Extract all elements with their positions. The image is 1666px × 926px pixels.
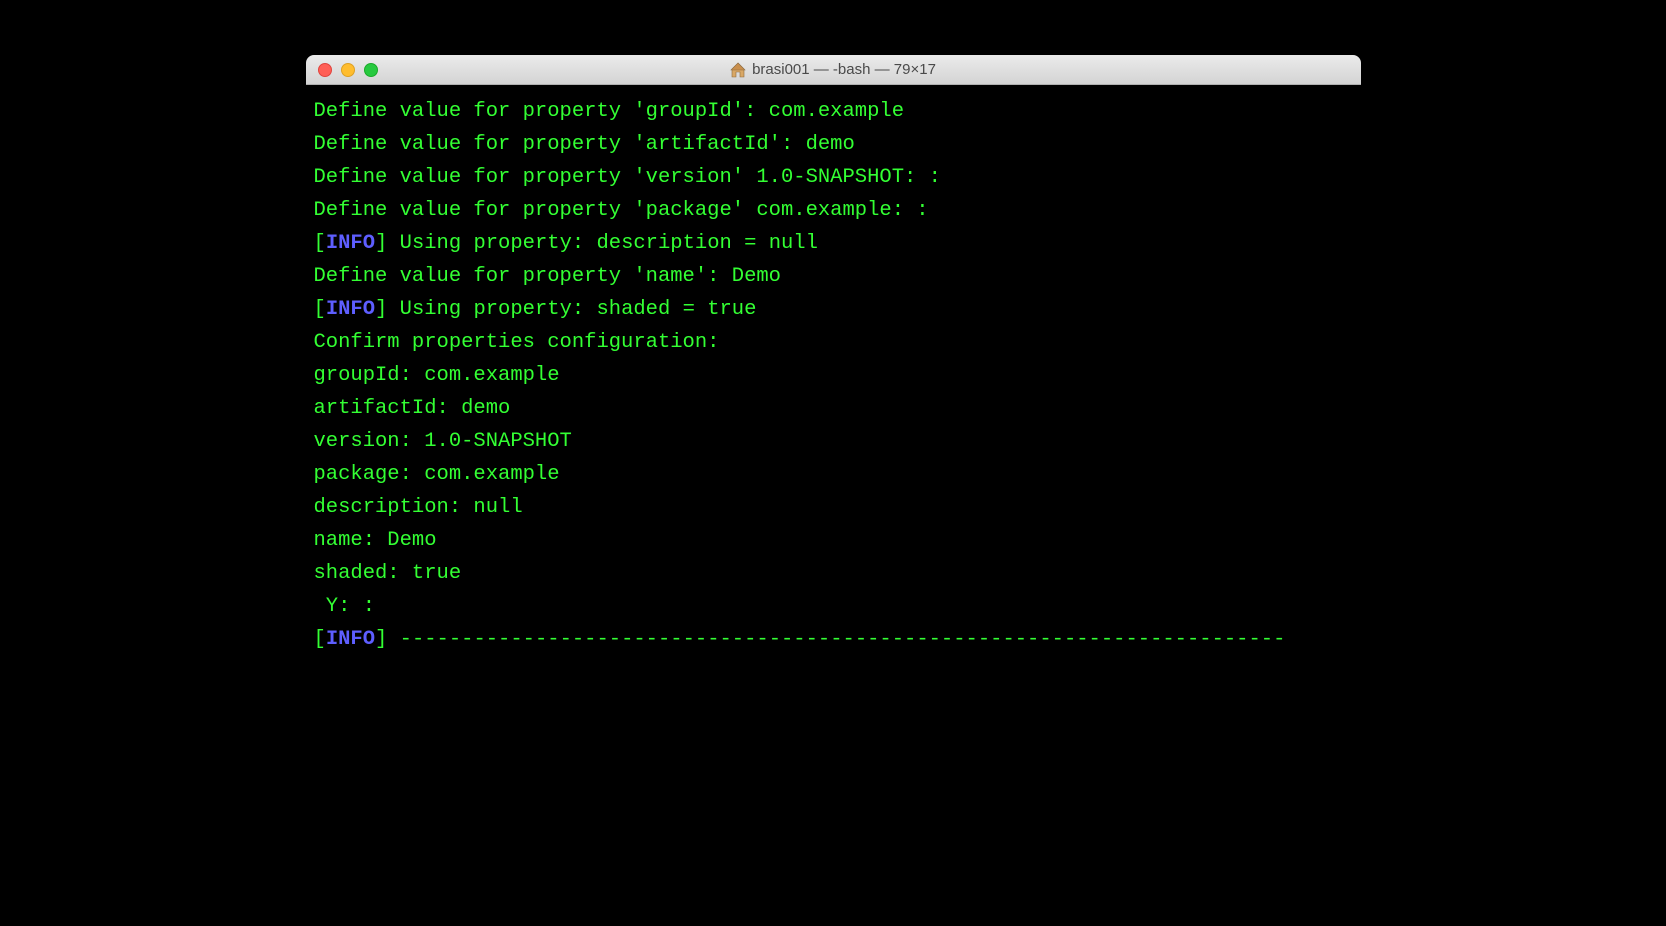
terminal-line: version: 1.0-SNAPSHOT <box>314 425 1353 458</box>
terminal-line: description: null <box>314 491 1353 524</box>
terminal-window: brasi001 — -bash — 79×17 Define value fo… <box>306 55 1361 674</box>
terminal-line: package: com.example <box>314 458 1353 491</box>
home-icon <box>730 62 746 78</box>
info-tag: INFO <box>326 232 375 255</box>
terminal-body[interactable]: Define value for property 'groupId': com… <box>306 85 1361 674</box>
terminal-text: ----------------------------------------… <box>387 628 1285 651</box>
terminal-line: shaded: true <box>314 557 1353 590</box>
terminal-line: Y: : <box>314 590 1353 623</box>
terminal-text: Using property: description = null <box>387 232 818 255</box>
terminal-line: Confirm properties configuration: <box>314 326 1353 359</box>
terminal-line: Define value for property 'groupId': com… <box>314 95 1353 128</box>
maximize-button[interactable] <box>364 63 378 77</box>
close-button[interactable] <box>318 63 332 77</box>
terminal-line: [INFO] ---------------------------------… <box>314 623 1353 656</box>
terminal-line: Define value for property 'name': Demo <box>314 260 1353 293</box>
terminal-line: [INFO] Using property: description = nul… <box>314 227 1353 260</box>
terminal-line: name: Demo <box>314 524 1353 557</box>
window-controls <box>318 63 378 77</box>
info-tag: INFO <box>326 298 375 321</box>
terminal-line: Define value for property 'package' com.… <box>314 194 1353 227</box>
terminal-line: artifactId: demo <box>314 392 1353 425</box>
terminal-line: [INFO] Using property: shaded = true <box>314 293 1353 326</box>
info-tag: INFO <box>326 628 375 651</box>
titlebar: brasi001 — -bash — 79×17 <box>306 55 1361 85</box>
terminal-line: groupId: com.example <box>314 359 1353 392</box>
window-title-container: brasi001 — -bash — 79×17 <box>306 61 1361 78</box>
terminal-line: Define value for property 'artifactId': … <box>314 128 1353 161</box>
minimize-button[interactable] <box>341 63 355 77</box>
terminal-line: Define value for property 'version' 1.0-… <box>314 161 1353 194</box>
terminal-text: Using property: shaded = true <box>387 298 756 321</box>
window-title: brasi001 — -bash — 79×17 <box>752 61 936 78</box>
